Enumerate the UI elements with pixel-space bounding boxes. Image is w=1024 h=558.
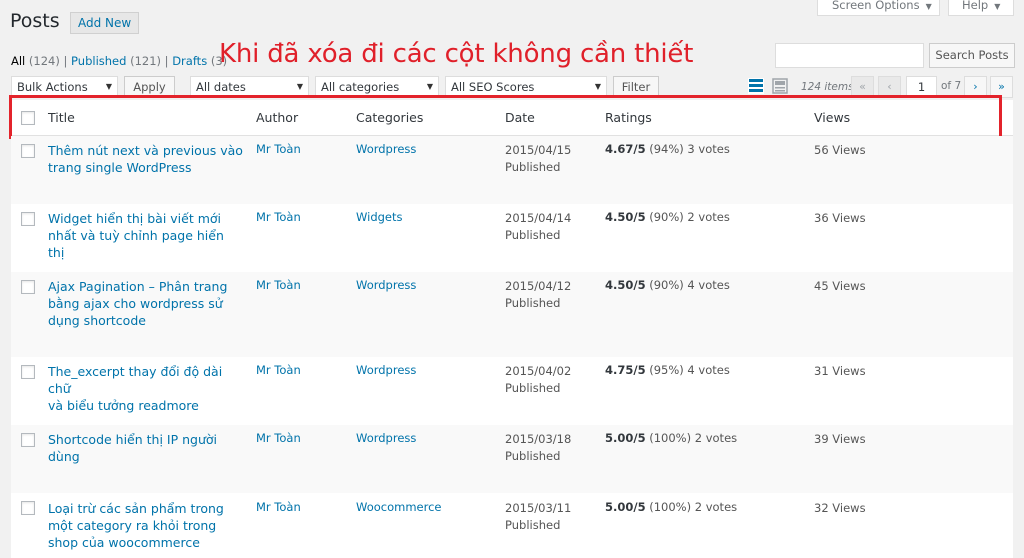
date-cell: 2015/04/12 Published [505, 279, 572, 310]
caret-down-icon: ▼ [105, 82, 112, 91]
separator: | [63, 54, 68, 68]
filter-all-link[interactable]: All [11, 54, 25, 68]
post-title-link[interactable]: Loại trừ các sản phẩm trong một category … [48, 500, 243, 551]
caret-down-icon: ▼ [994, 2, 1001, 11]
category-link[interactable]: Woocommerce [356, 500, 441, 514]
views-cell: 36 Views [814, 211, 866, 225]
filter-published-link[interactable]: Published [71, 54, 126, 68]
annotation-text: Khi đã xóa đi các cột không cần thiết [219, 39, 694, 69]
page-title: Posts [10, 10, 60, 32]
row-checkbox[interactable] [21, 280, 35, 294]
date-cell: 2015/04/14 Published [505, 211, 572, 242]
rating-cell: 5.00/5 (100%) 2 votes [605, 500, 738, 514]
seo-filter-value: All SEO Scores [451, 80, 535, 94]
caret-down-icon: ▼ [925, 2, 932, 11]
date-cell: 2015/04/15 Published [505, 143, 572, 174]
rating-cell: 4.67/5 (94%) 3 votes [605, 142, 730, 156]
caret-down-icon: ▼ [426, 82, 433, 91]
date-cell: 2015/04/02 Published [505, 364, 572, 395]
caret-down-icon: ▼ [296, 82, 303, 91]
author-link[interactable]: Mr Toàn [256, 431, 301, 445]
filter-all-count: (124) [28, 54, 60, 68]
search-input[interactable] [775, 43, 924, 68]
filter-published-count: (121) [130, 54, 162, 68]
author-link[interactable]: Mr Toàn [256, 278, 301, 292]
filter-drafts-link[interactable]: Drafts [172, 54, 207, 68]
row-checkbox[interactable] [21, 212, 35, 226]
search-posts-button[interactable]: Search Posts [929, 43, 1015, 68]
post-title-link[interactable]: Shortcode hiển thị IP người dùng [48, 431, 243, 465]
row-checkbox[interactable] [21, 144, 35, 158]
caret-down-icon: ▼ [594, 82, 601, 91]
row-checkbox[interactable] [21, 501, 35, 515]
date-cell: 2015/03/11 Published [505, 501, 572, 532]
row-checkbox[interactable] [21, 365, 35, 379]
total-pages: of 7 [941, 80, 962, 92]
list-view-icon[interactable] [748, 78, 764, 94]
help-label: Help [962, 0, 989, 12]
category-link[interactable]: Wordpress [356, 363, 416, 377]
category-link[interactable]: Wordpress [356, 431, 416, 445]
date-filter-value: All dates [196, 80, 246, 94]
row-checkbox[interactable] [21, 433, 35, 447]
screen-options-tab[interactable]: Screen Options ▼ [817, 0, 940, 16]
help-tab[interactable]: Help ▼ [948, 0, 1014, 16]
post-title-link[interactable]: The_excerpt thay đổi độ dài chữ và biểu t… [48, 363, 243, 414]
rating-cell: 4.50/5 (90%) 4 votes [605, 278, 730, 292]
screen-options-label: Screen Options [832, 0, 920, 12]
post-title-link[interactable]: Ajax Pagination – Phân trang bằng ajax ch… [48, 278, 243, 329]
author-link[interactable]: Mr Toàn [256, 142, 301, 156]
rating-cell: 5.00/5 (100%) 2 votes [605, 431, 738, 445]
views-cell: 31 Views [814, 364, 866, 378]
separator: | [164, 54, 169, 68]
highlight-box [9, 95, 1002, 139]
status-filters: All (124) | Published (121) | Drafts (3) [11, 54, 227, 68]
category-link[interactable]: Wordpress [356, 142, 416, 156]
category-link[interactable]: Widgets [356, 210, 403, 224]
views-cell: 45 Views [814, 279, 866, 293]
bulk-actions-value: Bulk Actions [17, 80, 88, 94]
views-cell: 56 Views [814, 143, 866, 157]
category-filter-value: All categories [321, 80, 400, 94]
rating-cell: 4.75/5 (95%) 4 votes [605, 363, 730, 377]
add-new-button[interactable]: Add New [70, 12, 140, 34]
author-link[interactable]: Mr Toàn [256, 500, 301, 514]
views-cell: 39 Views [814, 432, 866, 446]
date-cell: 2015/03/18 Published [505, 432, 572, 463]
views-cell: 32 Views [814, 501, 866, 515]
category-link[interactable]: Wordpress [356, 278, 416, 292]
rating-cell: 4.50/5 (90%) 2 votes [605, 210, 730, 224]
excerpt-view-icon[interactable] [772, 78, 788, 94]
author-link[interactable]: Mr Toàn [256, 363, 301, 377]
author-link[interactable]: Mr Toàn [256, 210, 301, 224]
post-title-link[interactable]: Widget hiển thị bài viết mới nhất và tuỳ … [48, 210, 243, 261]
post-title-link[interactable]: Thêm nút next và previous vào trang singl… [48, 142, 243, 176]
